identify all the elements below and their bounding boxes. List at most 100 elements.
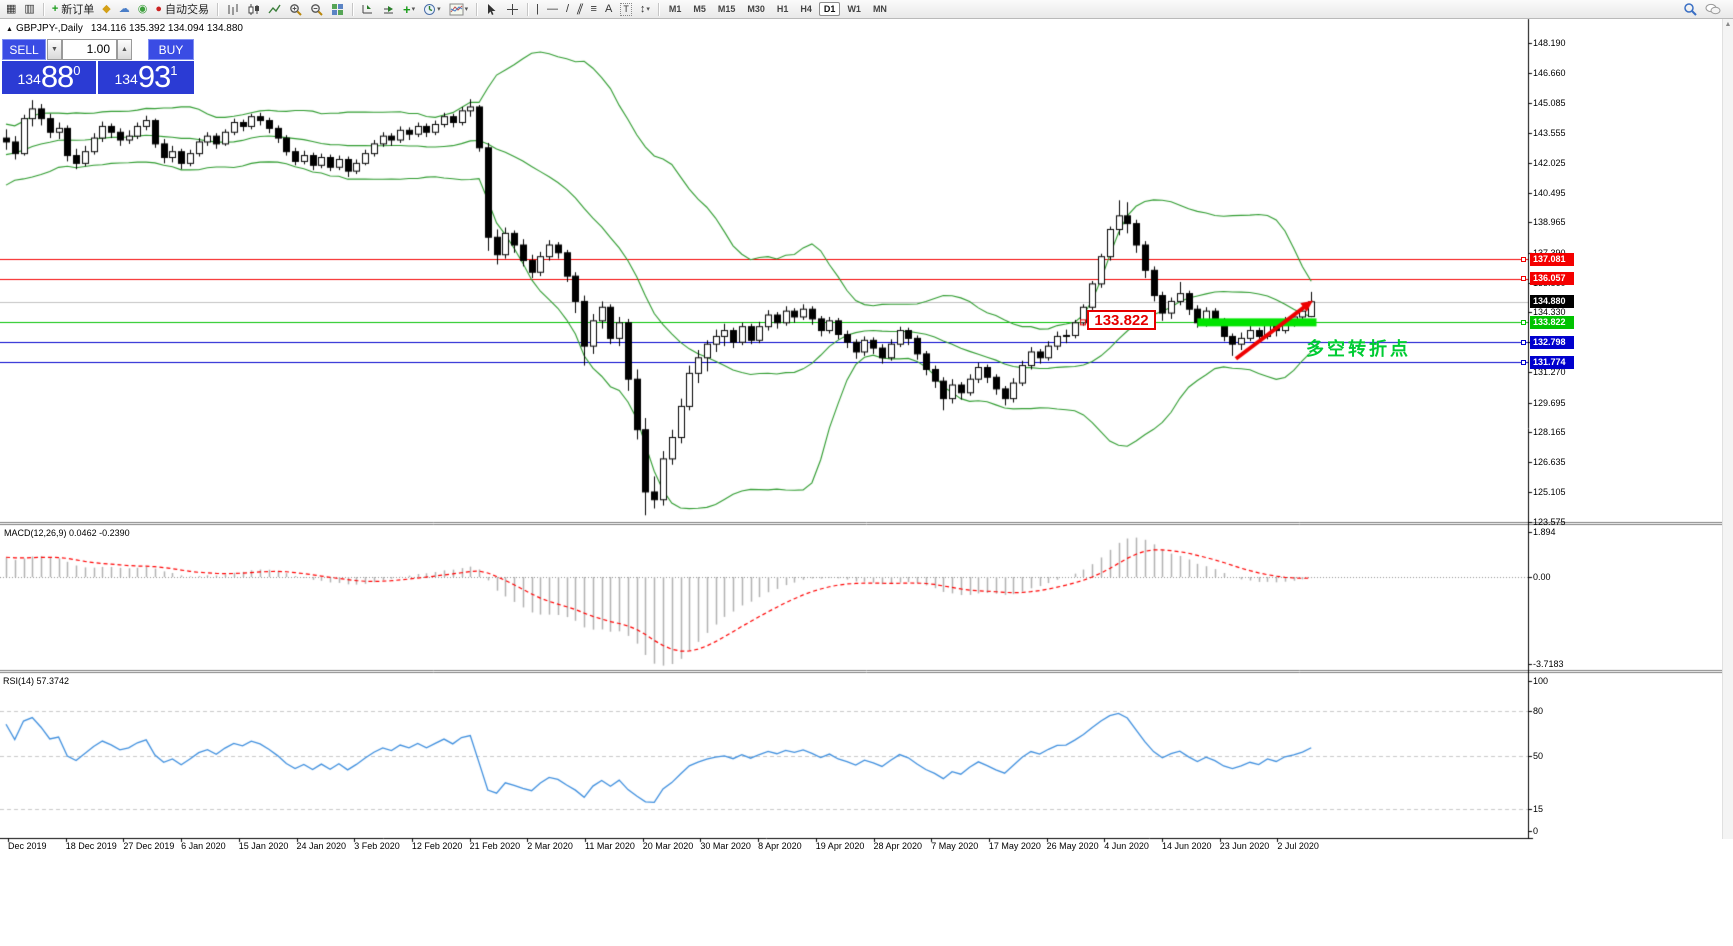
buy-price-sup: 1 [170, 64, 177, 77]
autotrade-button[interactable]: ● 自动交易 [152, 1, 212, 17]
timeframe-m1[interactable]: M1 [664, 2, 687, 16]
volume-increase-button[interactable]: ▲ [117, 39, 132, 60]
price-tick-label: 143.555 [1533, 128, 1566, 138]
trendline-button[interactable]: / [563, 1, 572, 17]
chart-shift-button[interactable] [358, 1, 377, 17]
date-tick-label: 23 Jun 2020 [1220, 841, 1270, 851]
line-price-label: 132.798 [1530, 336, 1574, 349]
line-price-label: 137.081 [1530, 253, 1574, 266]
horizontal-line-button[interactable]: — [544, 1, 561, 17]
templates-icon [449, 3, 464, 16]
community-button[interactable]: ☁ [116, 1, 133, 17]
chart-scrollbar[interactable]: ▲ [1722, 19, 1733, 839]
line-chart-button[interactable] [265, 1, 284, 17]
rsi-tick-label: 50 [1533, 751, 1543, 761]
bar-chart-button[interactable] [223, 1, 242, 17]
signal-button[interactable]: ◉ [135, 1, 151, 17]
date-tick-label: 19 Apr 2020 [816, 841, 865, 851]
hammer-icon: ◆ [102, 4, 110, 15]
date-tick-label: 7 May 2020 [931, 841, 978, 851]
timeframe-m5[interactable]: M5 [688, 2, 711, 16]
line-handle[interactable] [1521, 360, 1526, 365]
sell-price[interactable]: 134880 [2, 61, 96, 94]
date-tick-label: 4 Jun 2020 [1104, 841, 1149, 851]
timeframe-m15[interactable]: M15 [713, 2, 741, 16]
timeframe-mn[interactable]: MN [868, 2, 892, 16]
volume-input[interactable]: 1.00 [62, 39, 117, 60]
toolbar-separator [658, 3, 659, 16]
templates-button[interactable]: ▾ [446, 1, 472, 17]
data-window-button[interactable]: ▥ [21, 1, 37, 17]
periods-button[interactable]: ▾ [420, 1, 444, 17]
line-handle[interactable] [1521, 257, 1526, 262]
chart-title: ▲GBPJPY-,Daily134.116 135.392 134.094 13… [6, 23, 243, 34]
fibonacci-button[interactable]: ≡ [588, 1, 600, 17]
timeframe-h4[interactable]: H4 [795, 2, 817, 16]
market-watch-button[interactable]: ▦ [3, 1, 19, 17]
toolbar-separator [476, 3, 477, 16]
vertical-line-button[interactable]: | [533, 1, 542, 17]
dropdown-icon: ▾ [646, 5, 650, 13]
buy-price[interactable]: 134931 [98, 61, 194, 94]
candlestick-chart-button[interactable] [244, 1, 263, 17]
buy-button[interactable]: BUY [148, 39, 194, 60]
scrollbar-up-icon: ▲ [1723, 21, 1733, 28]
price-tick-label: 146.660 [1533, 68, 1566, 78]
text-button[interactable]: A [602, 1, 615, 17]
candlestick-chart-icon [247, 3, 260, 16]
timeframe-h1[interactable]: H1 [772, 2, 794, 16]
date-tick-label: 17 May 2020 [989, 841, 1041, 851]
arrows-button[interactable]: ↕▾ [637, 1, 653, 17]
line-price-label: 136.057 [1530, 272, 1574, 285]
auto-scroll-button[interactable] [379, 1, 398, 17]
macd-tick-label: 1.894 [1533, 527, 1556, 537]
cursor-button[interactable] [482, 1, 501, 17]
trend-annotation-text[interactable]: 多空转折点 [1306, 335, 1411, 361]
price-tick-label: 140.495 [1533, 188, 1566, 198]
line-handle[interactable] [1521, 320, 1526, 325]
line-price-label: 131.774 [1530, 356, 1574, 369]
timeframe-d1[interactable]: D1 [819, 2, 841, 16]
hammer-button[interactable]: ◆ [99, 1, 113, 17]
indicators-button[interactable]: +▾ [400, 1, 418, 17]
sell-button[interactable]: SELL [2, 39, 46, 60]
zoom-out-button[interactable] [307, 1, 326, 17]
volume-decrease-button[interactable]: ▼ [47, 39, 62, 60]
line-handle[interactable] [1521, 340, 1526, 345]
price-annotation-box[interactable]: 133.822 [1087, 310, 1156, 330]
date-tick-label: 2 Jul 2020 [1277, 841, 1319, 851]
line-handle[interactable] [1521, 276, 1526, 281]
text-label-button[interactable]: T [617, 1, 635, 17]
timeframe-m30[interactable]: M30 [742, 2, 770, 16]
horizontal-line-icon: — [547, 4, 558, 15]
bar-chart-icon [226, 3, 239, 16]
search-button[interactable] [1680, 1, 1700, 17]
date-tick-label: 14 Jun 2020 [1162, 841, 1212, 851]
channel-button[interactable]: ∥ [574, 1, 586, 17]
rsi-title: RSI(14) [3, 676, 34, 686]
chart-shift-icon [361, 3, 374, 16]
tile-windows-button[interactable] [328, 1, 347, 17]
zoom-in-button[interactable] [286, 1, 305, 17]
timeframe-w1[interactable]: W1 [842, 2, 866, 16]
date-tick-label: Dec 2019 [8, 841, 47, 851]
periods-clock-icon [423, 3, 436, 16]
date-tick-label: 15 Jan 2020 [239, 841, 289, 851]
chart-symbol-period: GBPJPY-,Daily [16, 23, 83, 34]
crosshair-button[interactable] [503, 1, 522, 17]
buy-price-small: 134 [114, 66, 137, 92]
toolbar-separator [43, 3, 44, 16]
zoom-in-icon [289, 3, 302, 16]
date-tick-label: 21 Feb 2020 [470, 841, 521, 851]
chart-canvas[interactable] [0, 0, 1733, 946]
toolbar: ▦ ▥ + 新订单 ◆ ☁ ◉ ● 自动交易 +▾ ▾ ▾ | — / ∥ [0, 0, 1733, 19]
cursor-icon [485, 3, 498, 16]
new-order-button[interactable]: + 新订单 [49, 1, 97, 17]
rsi-label: RSI(14) 57.3742 [3, 676, 69, 686]
price-tick-label: 129.695 [1533, 398, 1566, 408]
date-tick-label: 11 Mar 2020 [585, 841, 635, 851]
date-tick-label: 24 Jan 2020 [297, 841, 347, 851]
fibonacci-icon: ≡ [591, 4, 597, 15]
rsi-tick-label: 15 [1533, 804, 1543, 814]
chat-button[interactable] [1702, 1, 1724, 17]
